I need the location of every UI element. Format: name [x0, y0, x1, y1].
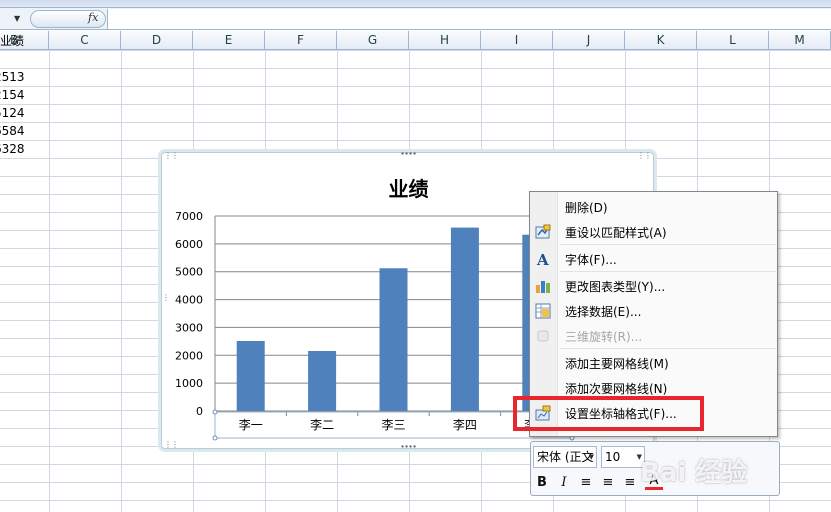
mini-toolbar: 宋体 (正文 ▼ 10 ▼ B I ≡ ≡ ≡ A	[530, 441, 780, 496]
y-tick-label: 4000	[175, 294, 203, 307]
cell-b5[interactable]: 6584	[0, 122, 25, 140]
context-menu-item-7[interactable]: 添加主要网格线(M)	[530, 351, 777, 375]
rotate-3d-icon	[535, 328, 551, 344]
context-menu-item-3[interactable]: A 字体(F)...	[530, 247, 777, 271]
chevron-down-icon: ▼	[636, 453, 642, 461]
cell-b2[interactable]: 2513	[0, 68, 25, 86]
cell-b4[interactable]: 5124	[0, 104, 25, 122]
column-header-d[interactable]: D	[121, 31, 193, 50]
y-tick-label: 7000	[175, 210, 203, 223]
y-tick-label: 1000	[175, 377, 203, 390]
context-menu-separator	[560, 271, 776, 272]
chart-type-icon	[535, 278, 551, 294]
context-menu-item-label: 删除(D)	[565, 201, 608, 215]
bar-1[interactable]	[236, 340, 265, 411]
insert-function-button[interactable]: fx	[88, 11, 98, 24]
font-color-button[interactable]: A	[645, 472, 663, 490]
x-tick-label: 李二	[310, 417, 334, 432]
bold-button[interactable]: B	[533, 474, 551, 492]
context-menu-item-1[interactable]: 删除(D)	[530, 195, 777, 219]
column-header-e[interactable]: E	[193, 31, 265, 50]
x-tick-label: 李四	[453, 417, 477, 432]
cell-b3[interactable]: 2154	[0, 86, 25, 104]
column-header-h[interactable]: H	[409, 31, 481, 50]
column-header-m[interactable]: M	[769, 31, 831, 50]
column-header-k[interactable]: K	[625, 31, 697, 50]
italic-button[interactable]: I	[555, 474, 573, 492]
context-menu-item-6: 三维旋转(R)...	[530, 324, 777, 348]
formula-bar: ▼ fx	[0, 8, 831, 30]
font-size-value: 10	[605, 450, 621, 464]
context-menu-item-label: 更改图表类型(Y)...	[565, 280, 666, 294]
context-menu-item-label: 三维旋转(R)...	[565, 330, 643, 344]
selection-handle[interactable]	[212, 435, 218, 441]
svg-text:A: A	[536, 251, 549, 267]
column-header-l[interactable]: L	[697, 31, 769, 50]
font-name-select[interactable]: 宋体 (正文 ▼	[533, 446, 597, 468]
align-right-button[interactable]: ≡	[621, 474, 639, 492]
context-menu-item-4[interactable]: 更改图表类型(Y)...	[530, 274, 777, 298]
select-data-icon	[535, 303, 551, 319]
y-tick-label: 5000	[175, 266, 203, 279]
cell-b1[interactable]: 业绩	[0, 32, 24, 50]
x-tick-label: 李三	[381, 417, 405, 432]
context-menu-item-5[interactable]: 选择数据(E)...	[530, 299, 777, 323]
ribbon-edge	[0, 0, 831, 8]
font-icon: A	[535, 251, 551, 269]
bar-4[interactable]	[450, 227, 479, 411]
cell-b6[interactable]: 6328	[0, 140, 25, 158]
column-header-f[interactable]: F	[265, 31, 337, 50]
x-tick-label: 李一	[239, 417, 263, 432]
column-header-i[interactable]: I	[481, 31, 553, 50]
context-menu-item-label: 选择数据(E)...	[565, 305, 642, 319]
name-box-dropdown-icon[interactable]: ▼	[14, 14, 20, 23]
align-left-button[interactable]: ≡	[577, 474, 595, 492]
selection-handle[interactable]	[212, 409, 218, 415]
reset-style-icon	[535, 224, 551, 240]
context-menu-item-label: 重设以匹配样式(A)	[565, 226, 667, 240]
font-name-value: 宋体 (正文	[537, 450, 594, 464]
formula-input[interactable]	[107, 9, 831, 29]
align-center-button[interactable]: ≡	[599, 474, 617, 492]
context-menu-item-2[interactable]: 重设以匹配样式(A)	[530, 220, 777, 244]
context-menu-item-label: 字体(F)...	[565, 253, 617, 267]
y-tick-label: 2000	[175, 349, 203, 362]
column-header-c[interactable]: C	[49, 31, 121, 50]
y-tick-label: 3000	[175, 321, 203, 334]
y-tick-label: 6000	[175, 238, 203, 251]
highlight-annotation	[513, 396, 704, 431]
context-menu-item-label: 添加次要网格线(N)	[565, 382, 668, 396]
column-header-j[interactable]: J	[553, 31, 625, 50]
chevron-down-icon: ▼	[588, 453, 594, 461]
context-menu-separator	[560, 348, 776, 349]
column-header-g[interactable]: G	[337, 31, 409, 50]
bar-2[interactable]	[308, 350, 337, 411]
font-size-select[interactable]: 10 ▼	[601, 446, 645, 468]
context-menu-item-label: 添加主要网格线(M)	[565, 357, 669, 371]
y-tick-label: 0	[196, 405, 203, 418]
bar-3[interactable]	[379, 268, 408, 411]
context-menu-separator	[560, 244, 776, 245]
